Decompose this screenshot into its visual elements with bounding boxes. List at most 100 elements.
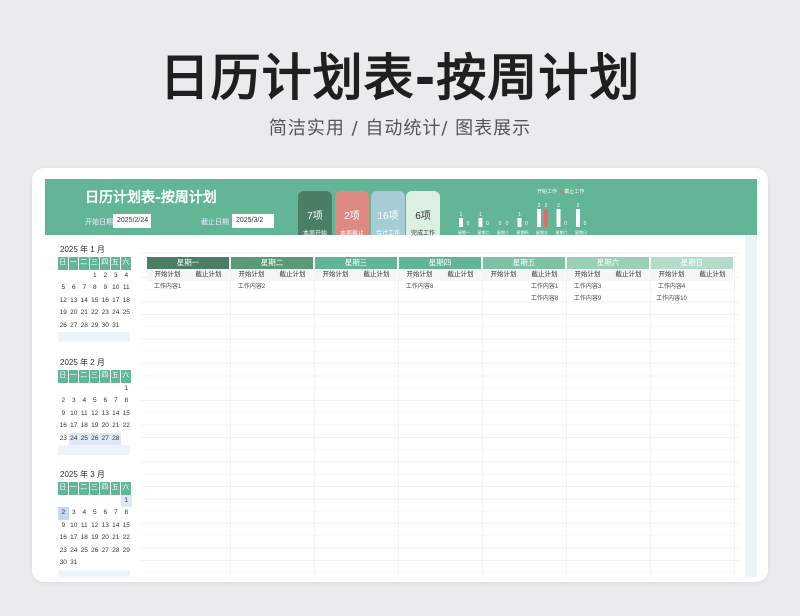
calendar-day[interactable]: 1 bbox=[121, 383, 132, 396]
calendar-day[interactable]: 12 bbox=[58, 295, 69, 308]
calendar-day[interactable]: 2 bbox=[58, 395, 69, 408]
calendar-day[interactable]: 24 bbox=[69, 545, 80, 558]
calendar-day[interactable] bbox=[100, 557, 111, 570]
calendar-day[interactable]: 3 bbox=[111, 270, 122, 283]
calendar-day[interactable]: 17 bbox=[111, 295, 122, 308]
calendar-day[interactable]: 18 bbox=[79, 532, 90, 545]
calendar-day[interactable]: 6 bbox=[100, 507, 111, 520]
calendar-day[interactable]: 17 bbox=[69, 532, 80, 545]
calendar-day[interactable]: 4 bbox=[79, 507, 90, 520]
calendar-day[interactable]: 23 bbox=[58, 545, 69, 558]
calendar-day[interactable]: 4 bbox=[121, 270, 132, 283]
start-task[interactable]: 工作内容8 bbox=[399, 281, 440, 293]
calendar-day[interactable]: 16 bbox=[58, 532, 69, 545]
start-task[interactable]: 工作内容9 bbox=[567, 293, 608, 305]
calendar-day[interactable]: 1 bbox=[90, 270, 101, 283]
start-date-field[interactable]: 2025/2/24 bbox=[113, 214, 151, 228]
calendar-day[interactable]: 7 bbox=[111, 395, 122, 408]
calendar-day[interactable] bbox=[100, 495, 111, 508]
calendar-day[interactable] bbox=[121, 320, 132, 333]
calendar-day[interactable]: 15 bbox=[121, 408, 132, 421]
calendar-day[interactable]: 25 bbox=[79, 545, 90, 558]
start-task[interactable]: 工作内容2 bbox=[231, 281, 272, 293]
calendar-day[interactable]: 10 bbox=[111, 282, 122, 295]
end-date-field[interactable]: 2025/3/2 bbox=[232, 214, 274, 228]
calendar-day[interactable] bbox=[111, 557, 122, 570]
calendar-day[interactable]: 11 bbox=[79, 520, 90, 533]
calendar-day[interactable]: 7 bbox=[79, 282, 90, 295]
start-task[interactable]: 工作内容1 bbox=[147, 281, 188, 293]
calendar-day[interactable]: 31 bbox=[111, 320, 122, 333]
calendar-day[interactable]: 20 bbox=[100, 420, 111, 433]
calendar-day[interactable] bbox=[100, 383, 111, 396]
calendar-day[interactable]: 31 bbox=[69, 557, 80, 570]
calendar-day[interactable]: 12 bbox=[90, 408, 101, 421]
calendar-day[interactable]: 13 bbox=[100, 520, 111, 533]
calendar-day[interactable] bbox=[69, 270, 80, 283]
calendar-day[interactable]: 30 bbox=[58, 557, 69, 570]
calendar-day[interactable]: 27 bbox=[69, 320, 80, 333]
calendar-day[interactable]: 9 bbox=[58, 408, 69, 421]
calendar-day[interactable]: 10 bbox=[69, 408, 80, 421]
calendar-day[interactable]: 29 bbox=[90, 320, 101, 333]
calendar-day[interactable] bbox=[79, 495, 90, 508]
calendar-day[interactable]: 25 bbox=[79, 432, 90, 445]
calendar-day[interactable]: 23 bbox=[58, 433, 69, 446]
calendar-day[interactable]: 7 bbox=[111, 507, 122, 520]
calendar-day[interactable]: 13 bbox=[100, 408, 111, 421]
end-task[interactable]: 工作内容1 bbox=[524, 281, 565, 293]
calendar-day[interactable]: 5 bbox=[58, 282, 69, 295]
calendar-day[interactable]: 22 bbox=[90, 307, 101, 320]
calendar-day[interactable] bbox=[79, 270, 90, 283]
calendar-day[interactable] bbox=[111, 383, 122, 396]
calendar-day[interactable]: 15 bbox=[90, 295, 101, 308]
end-task[interactable]: 工作内容8 bbox=[524, 293, 565, 305]
calendar-day[interactable]: 8 bbox=[121, 507, 132, 520]
calendar-day[interactable]: 3 bbox=[69, 507, 80, 520]
start-task[interactable]: 工作内容3 bbox=[567, 281, 608, 293]
calendar-day[interactable] bbox=[90, 383, 101, 396]
calendar-day[interactable]: 8 bbox=[121, 395, 132, 408]
calendar-day[interactable]: 22 bbox=[121, 420, 132, 433]
calendar-day[interactable]: 22 bbox=[121, 532, 132, 545]
calendar-day[interactable]: 6 bbox=[69, 282, 80, 295]
calendar-day[interactable]: 12 bbox=[90, 520, 101, 533]
calendar-day[interactable] bbox=[121, 557, 132, 570]
calendar-day[interactable]: 11 bbox=[79, 408, 90, 421]
calendar-day[interactable]: 13 bbox=[69, 295, 80, 308]
start-task[interactable]: 工作内容4 bbox=[651, 281, 692, 293]
calendar-day[interactable]: 24 bbox=[111, 307, 122, 320]
calendar-day[interactable]: 21 bbox=[79, 307, 90, 320]
calendar-day[interactable]: 27 bbox=[100, 432, 111, 445]
calendar-day[interactable]: 17 bbox=[69, 420, 80, 433]
calendar-day[interactable]: 16 bbox=[100, 295, 111, 308]
calendar-day[interactable] bbox=[69, 495, 80, 508]
calendar-day[interactable] bbox=[79, 557, 90, 570]
calendar-day[interactable]: 28 bbox=[111, 545, 122, 558]
calendar-day[interactable] bbox=[79, 383, 90, 396]
calendar-day[interactable]: 24 bbox=[68, 432, 79, 445]
calendar-day[interactable]: 5 bbox=[90, 395, 101, 408]
calendar-day[interactable]: 10 bbox=[69, 520, 80, 533]
calendar-day[interactable]: 6 bbox=[100, 395, 111, 408]
calendar-day[interactable] bbox=[69, 383, 80, 396]
calendar-day[interactable] bbox=[111, 495, 122, 508]
calendar-day[interactable]: 25 bbox=[121, 307, 132, 320]
calendar-day[interactable]: 29 bbox=[121, 545, 132, 558]
calendar-day[interactable]: 8 bbox=[90, 282, 101, 295]
calendar-day[interactable]: 14 bbox=[111, 408, 122, 421]
calendar-day[interactable]: 1 bbox=[121, 494, 132, 507]
calendar-day[interactable] bbox=[90, 557, 101, 570]
calendar-day[interactable]: 21 bbox=[111, 532, 122, 545]
calendar-day[interactable]: 2 bbox=[58, 507, 69, 520]
calendar-day[interactable]: 20 bbox=[100, 532, 111, 545]
calendar-day[interactable] bbox=[58, 270, 69, 283]
calendar-day[interactable]: 19 bbox=[58, 307, 69, 320]
calendar-day[interactable]: 2 bbox=[100, 270, 111, 283]
calendar-day[interactable]: 23 bbox=[100, 307, 111, 320]
calendar-day[interactable]: 26 bbox=[90, 545, 101, 558]
calendar-day[interactable]: 3 bbox=[69, 395, 80, 408]
calendar-day[interactable]: 4 bbox=[79, 395, 90, 408]
calendar-day[interactable]: 15 bbox=[121, 520, 132, 533]
calendar-day[interactable]: 28 bbox=[110, 432, 121, 445]
